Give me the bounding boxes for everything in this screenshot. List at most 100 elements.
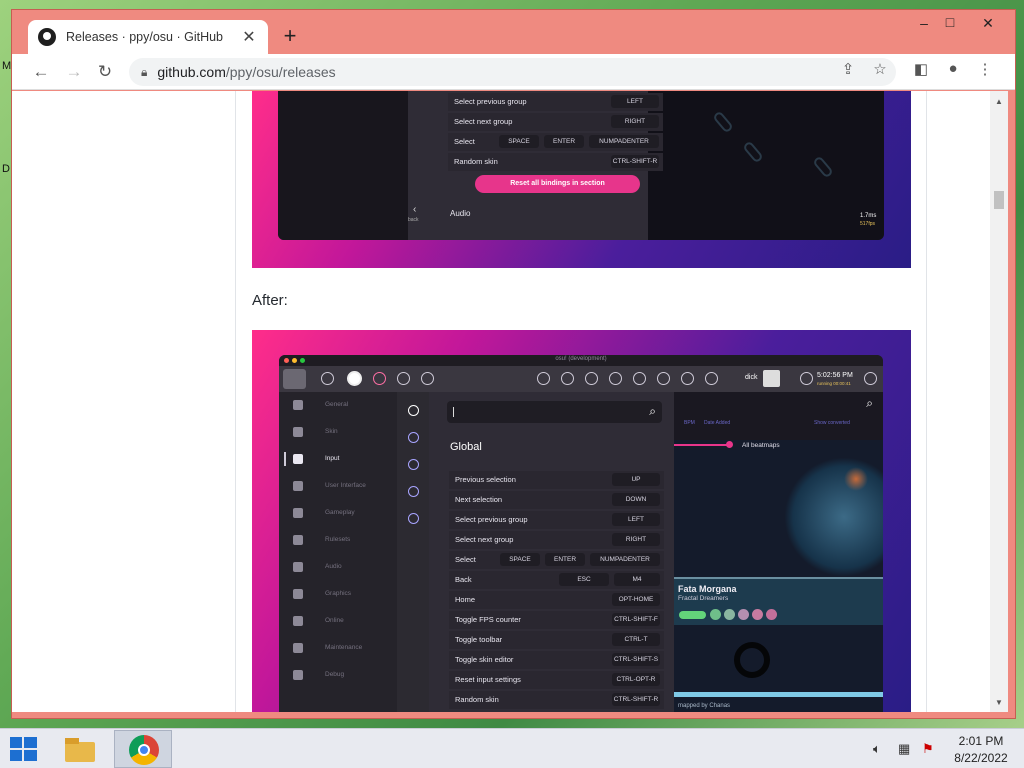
- taskbar-time[interactable]: 2:01 PM: [946, 734, 1016, 748]
- sort-bpm[interactable]: BPM: [684, 420, 695, 426]
- toolbar-icon[interactable]: [585, 372, 598, 385]
- keybinding-key[interactable]: CTRL-OPT-R: [612, 673, 660, 686]
- difficulty-icon[interactable]: [766, 609, 777, 620]
- keybinding-key[interactable]: CTRL-SHIFT-F: [612, 613, 660, 626]
- keybinding-key[interactable]: CTRL-T: [612, 633, 660, 646]
- scroll-thumb[interactable]: [994, 191, 1004, 209]
- keyboard-icon[interactable]: [408, 459, 419, 470]
- show-converted-toggle[interactable]: Show converted: [814, 420, 850, 426]
- settings-button[interactable]: [283, 369, 306, 389]
- beatmap-filter-dropdown[interactable]: All beatmaps: [742, 442, 780, 449]
- music-icon[interactable]: [705, 372, 718, 385]
- keybinding-key[interactable]: CTRL-SHIFT-R: [612, 693, 660, 706]
- action-center-icon[interactable]: ⚑: [922, 741, 934, 757]
- sidebar-item-skin[interactable]: Skin: [279, 419, 397, 446]
- keybinding-row[interactable]: Select next group RIGHT: [448, 113, 663, 131]
- keybinding-row[interactable]: Select previous group LEFT: [449, 511, 664, 529]
- notification-icon[interactable]: [864, 372, 877, 385]
- keybinding-row[interactable]: Random skin CTRL-SHIFT-R: [449, 691, 664, 709]
- settings-search-input[interactable]: ⌕: [447, 401, 662, 423]
- tablet-icon[interactable]: [408, 486, 419, 497]
- chrome-taskbar-button[interactable]: [114, 730, 172, 768]
- ruleset-osu-icon[interactable]: [347, 371, 362, 386]
- keybinding-row[interactable]: Home OPT-HOME: [449, 591, 664, 609]
- sidebar-item-maintenance[interactable]: Maintenance: [279, 635, 397, 662]
- back-icon[interactable]: ←: [29, 60, 53, 84]
- keybinding-key[interactable]: LEFT: [611, 95, 659, 108]
- sidebar-item-audio[interactable]: Audio: [279, 554, 397, 581]
- back-chevron-icon[interactable]: ‹: [413, 204, 416, 215]
- tab-releases[interactable]: Releases · ppy/osu · GitHub ✕: [28, 20, 268, 54]
- desktop-icon-label[interactable]: M: [2, 60, 11, 72]
- globe-icon[interactable]: [408, 405, 419, 416]
- bookmark-star-icon[interactable]: ☆: [869, 60, 891, 78]
- profile-avatar-icon[interactable]: ●: [942, 60, 964, 77]
- sidebar-item-rulesets[interactable]: Rulesets: [279, 527, 397, 554]
- ruleset-taiko-icon[interactable]: [373, 372, 386, 385]
- toolbar-icon[interactable]: [537, 372, 550, 385]
- keybinding-key[interactable]: LEFT: [612, 513, 660, 526]
- start-button[interactable]: [10, 737, 38, 761]
- keybinding-row[interactable]: Select NUMPADENTER ENTER SPACE: [448, 133, 663, 151]
- scroll-up-icon[interactable]: ▲: [995, 97, 1003, 106]
- download-icon[interactable]: [681, 372, 694, 385]
- sidebar-item-user-interface[interactable]: User Interface: [279, 473, 397, 500]
- keybinding-key[interactable]: SPACE: [499, 135, 539, 148]
- keybinding-key[interactable]: ENTER: [545, 553, 585, 566]
- keybinding-row[interactable]: Toggle skin editor CTRL-SHIFT-S: [449, 651, 664, 669]
- forward-icon[interactable]: →: [62, 60, 86, 84]
- keybinding-row[interactable]: Toggle FPS counter CTRL-SHIFT-F: [449, 611, 664, 629]
- sidebar-item-general[interactable]: General: [279, 392, 397, 419]
- scroll-down-icon[interactable]: ▼: [995, 698, 1003, 707]
- network-icon[interactable]: ▦: [898, 741, 910, 757]
- joystick-icon[interactable]: [408, 513, 419, 524]
- new-tab-button[interactable]: +: [278, 24, 302, 48]
- side-panel-icon[interactable]: ◧: [910, 60, 932, 78]
- difficulty-icon[interactable]: [738, 609, 749, 620]
- keybinding-key[interactable]: RIGHT: [612, 533, 660, 546]
- keybinding-key[interactable]: RIGHT: [611, 115, 659, 128]
- avatar[interactable]: [763, 370, 780, 387]
- keybinding-key[interactable]: NUMPADENTER: [589, 135, 659, 148]
- keybinding-key[interactable]: CTRL-SHIFT-S: [612, 653, 660, 666]
- difficulty-icon[interactable]: [752, 609, 763, 620]
- reload-icon[interactable]: ↻: [93, 60, 117, 84]
- keybinding-key[interactable]: ESC: [559, 573, 609, 586]
- file-explorer-icon[interactable]: [62, 734, 98, 764]
- toolbar-icon[interactable]: [657, 372, 670, 385]
- keybinding-row[interactable]: Select previous group LEFT: [448, 93, 663, 111]
- keybinding-row[interactable]: Back M4 ESC: [449, 571, 664, 589]
- keybinding-key[interactable]: M4: [614, 573, 660, 586]
- keybinding-key[interactable]: SPACE: [500, 553, 540, 566]
- mouse-icon[interactable]: [408, 432, 419, 443]
- close-tab-icon[interactable]: ✕: [240, 27, 258, 47]
- desktop-icon-label[interactable]: D: [2, 163, 10, 175]
- keybinding-key[interactable]: OPT-HOME: [612, 593, 660, 606]
- sidebar-item-gameplay[interactable]: Gameplay: [279, 500, 397, 527]
- sidebar-item-input[interactable]: Input: [279, 446, 397, 473]
- share-icon[interactable]: ⇪: [837, 60, 859, 78]
- menu-kebab-icon[interactable]: ⋮: [974, 60, 996, 78]
- search-icon[interactable]: ⌕: [649, 404, 656, 419]
- difficulty-icon[interactable]: [710, 609, 721, 620]
- keybinding-row[interactable]: Toggle toolbar CTRL-T: [449, 631, 664, 649]
- keybinding-row[interactable]: Random skin CTRL-SHIFT-R: [448, 153, 663, 171]
- beatmap-title[interactable]: Fata Morgana: [678, 584, 737, 594]
- keybinding-key[interactable]: DOWN: [612, 493, 660, 506]
- keybinding-row[interactable]: Previous selection UP: [449, 471, 664, 489]
- toolbar-icon[interactable]: [609, 372, 622, 385]
- address-bar[interactable]: 🔒︎ github.com /ppy/osu/releases: [129, 58, 896, 86]
- home-icon[interactable]: [321, 372, 334, 385]
- song-search-icon[interactable]: ⌕: [866, 396, 873, 411]
- toolbar-icon[interactable]: [561, 372, 574, 385]
- volume-muted-icon[interactable]: 🔈︎: [873, 741, 881, 757]
- reset-bindings-button[interactable]: Reset all bindings in section: [475, 175, 640, 193]
- keybinding-row[interactable]: Next selection DOWN: [449, 491, 664, 509]
- keybinding-key[interactable]: NUMPADENTER: [590, 553, 660, 566]
- taskbar-date[interactable]: 8/22/2022: [946, 751, 1016, 765]
- keybinding-key[interactable]: CTRL-SHIFT-R: [611, 155, 659, 168]
- page-scrollbar[interactable]: ▲ ▼: [990, 91, 1008, 712]
- keybinding-row[interactable]: Select NUMPADENTER ENTER SPACE: [449, 551, 664, 569]
- toolbar-icon[interactable]: [633, 372, 646, 385]
- sidebar-item-online[interactable]: Online: [279, 608, 397, 635]
